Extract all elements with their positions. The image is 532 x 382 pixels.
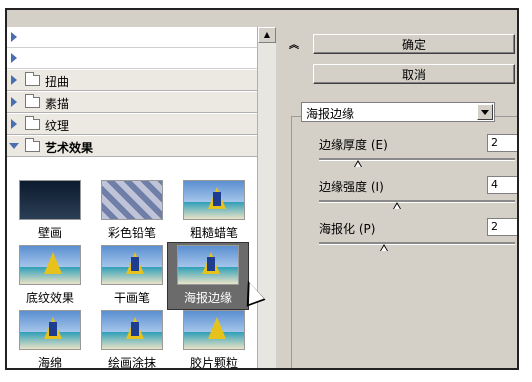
thumbnail-label: 胶片颗粒: [189, 356, 238, 370]
thumbnail-image: [101, 180, 163, 220]
filter-list-panel: 扭曲 素描 纹理 艺术效果 壁画 彩色铅笔 粗糙蜡笔 底纹效果 干画笔 海报边缘…: [7, 27, 279, 370]
top-strip: [7, 10, 297, 27]
category-hidden-1[interactable]: [7, 27, 257, 48]
edge-intensity-input[interactable]: 4: [487, 176, 517, 194]
thumbnail-image: [19, 245, 81, 285]
collapse-arrow-icon[interactable]: [9, 143, 19, 149]
thumbnail-dry-brush[interactable]: 干画笔: [93, 245, 171, 309]
param-label: 边缘强度 (I): [319, 180, 384, 194]
thumbnail-sponge[interactable]: 海绵: [11, 310, 89, 370]
category-sketch[interactable]: 素描: [7, 92, 257, 113]
filter-select[interactable]: 海报边缘: [301, 102, 495, 122]
thumbnail-rough-pastels[interactable]: 粗糙蜡笔: [175, 180, 253, 244]
param-label: 边缘厚度 (E): [319, 138, 388, 152]
thumbnail-image: [101, 245, 163, 285]
expand-arrow-icon[interactable]: [11, 53, 17, 63]
filter-select-value: 海报边缘: [306, 107, 355, 121]
double-chevron-up-icon[interactable]: ︽: [289, 36, 299, 51]
thumbnail-label: 底纹效果: [25, 291, 74, 305]
thumbnail-label: 粗糙蜡笔: [189, 226, 238, 240]
category-label: 纹理: [45, 119, 70, 133]
thumbnail-label: 海绵: [37, 356, 62, 370]
thumbnail-label: 彩色铅笔: [107, 226, 156, 240]
settings-panel: ︽ 确定 取消 海报边缘 边缘厚度 (E) 2 边缘强度 (I) 4 海报化 (…: [279, 10, 517, 368]
filter-gallery-window: 扭曲 素描 纹理 艺术效果 壁画 彩色铅笔 粗糙蜡笔 底纹效果 干画笔 海报边缘…: [5, 8, 519, 370]
slider-knob[interactable]: [393, 202, 402, 209]
thumbnail-film-grain[interactable]: 胶片颗粒: [175, 310, 253, 370]
thumbnail-image: [101, 310, 163, 350]
folder-icon: [25, 72, 40, 86]
thumbnail-label: 干画笔: [113, 291, 150, 305]
thumbnail-paint-daubs[interactable]: 绘画涂抹: [93, 310, 171, 370]
ok-button[interactable]: 确定: [313, 34, 515, 54]
thumbnail-image: [183, 180, 245, 220]
category-hidden-2[interactable]: [7, 48, 257, 69]
edge-thickness-input[interactable]: 2: [487, 134, 517, 152]
thumbnail-fresco[interactable]: 壁画: [11, 180, 89, 244]
category-label: 扭曲: [45, 75, 70, 89]
thumbnail-label: 海报边缘: [183, 291, 232, 305]
slider-knob[interactable]: [379, 244, 388, 251]
slider-knob[interactable]: [354, 160, 363, 167]
thumbnail-label: 壁画: [37, 226, 62, 240]
thumbnail-label: 绘画涂抹: [107, 356, 156, 370]
slider-track[interactable]: [319, 158, 515, 161]
thumbnail-grid: 壁画 彩色铅笔 粗糙蜡笔 底纹效果 干画笔 海报边缘 海绵 绘画涂抹 胶片颗粒: [7, 180, 257, 370]
thumbnail-colored-pencil[interactable]: 彩色铅笔: [93, 180, 171, 244]
expand-arrow-icon[interactable]: [11, 32, 17, 42]
category-label: 艺术效果: [45, 141, 94, 155]
posterization-input[interactable]: 2: [487, 218, 517, 236]
vertical-scrollbar[interactable]: ▲: [257, 27, 276, 368]
category-texture[interactable]: 纹理: [7, 114, 257, 135]
cancel-button[interactable]: 取消: [313, 64, 515, 84]
slider-track[interactable]: [319, 200, 515, 203]
category-artistic[interactable]: 艺术效果: [7, 136, 257, 157]
param-label: 海报化 (P): [319, 222, 376, 236]
thumbnail-image: [19, 180, 81, 220]
slider-track[interactable]: [319, 242, 515, 245]
folder-icon: [25, 94, 40, 108]
scroll-up-arrow-icon[interactable]: ▲: [258, 27, 276, 43]
category-label: 素描: [45, 97, 70, 111]
dropdown-arrow-icon[interactable]: [477, 104, 493, 120]
expand-arrow-icon[interactable]: [11, 119, 17, 129]
expand-arrow-icon[interactable]: [11, 97, 17, 107]
expand-arrow-icon[interactable]: [11, 75, 17, 85]
thumbnail-underpainting[interactable]: 底纹效果: [11, 245, 89, 309]
folder-icon: [25, 116, 40, 130]
thumbnail-image: [183, 310, 245, 350]
thumbnail-image: [177, 245, 239, 285]
thumbnail-image: [19, 310, 81, 350]
filter-tree: 扭曲 素描 纹理 艺术效果 壁画 彩色铅笔 粗糙蜡笔 底纹效果 干画笔 海报边缘…: [7, 27, 258, 370]
folder-icon: [25, 138, 40, 152]
thumbnail-poster-edges[interactable]: 海报边缘: [167, 242, 249, 310]
category-distort[interactable]: 扭曲: [7, 70, 257, 91]
